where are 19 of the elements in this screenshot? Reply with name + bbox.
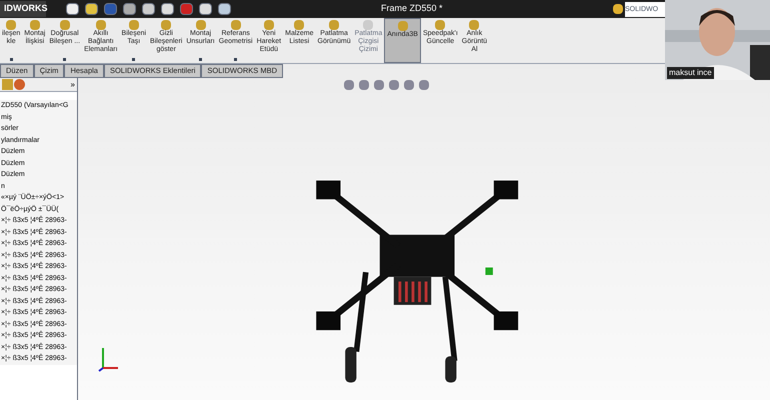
tool-icon	[30, 20, 40, 30]
tool-icon	[6, 20, 16, 30]
tool-icon	[128, 20, 139, 30]
tool-icon	[329, 20, 340, 30]
tool-icon	[60, 20, 70, 30]
tool-icon	[264, 20, 274, 30]
tool-icon	[196, 20, 206, 30]
tool-icon	[435, 20, 446, 30]
app-menu-button[interactable]: IDWORKS	[0, 1, 46, 17]
expand-button[interactable]: »	[70, 80, 75, 90]
tool-icon	[398, 21, 408, 31]
tool-icon	[469, 20, 480, 30]
webcam-caption: maksut ince	[667, 67, 714, 79]
tool-icon	[230, 20, 241, 30]
window-title: Frame ZD550 *	[381, 2, 443, 16]
tool-icon	[363, 20, 374, 30]
tool-icon	[294, 20, 304, 30]
tool-icon	[161, 20, 172, 30]
tool-icon	[96, 20, 106, 30]
